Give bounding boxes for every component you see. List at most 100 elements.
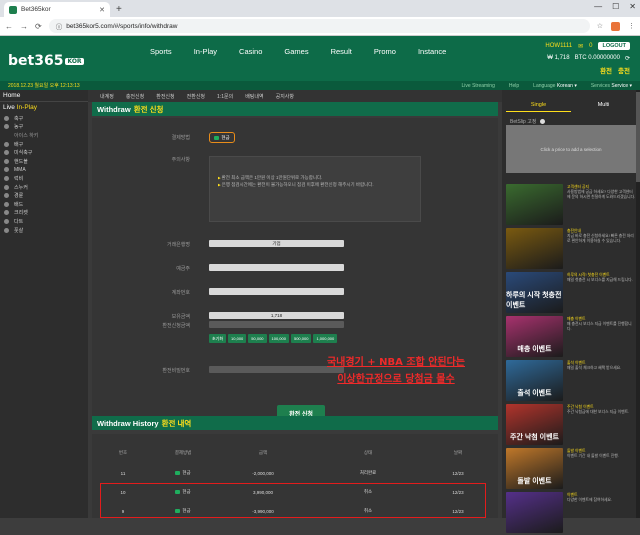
sidebar-item-label: 경륜 — [14, 193, 24, 200]
amount-button[interactable]: 50,000 — [248, 334, 267, 343]
url-field[interactable]: ⓘ bet365kor5.com/#/sports/info/withdraw — [48, 19, 590, 33]
account-tab[interactable]: 공지사항 — [276, 93, 294, 100]
tab-single[interactable]: Single — [506, 102, 571, 112]
sidebar-item[interactable]: MMA — [0, 166, 88, 175]
nav-item-instance[interactable]: Instance — [418, 47, 446, 56]
amount-input[interactable] — [209, 321, 344, 328]
sidebar-item[interactable]: 럭비 — [0, 174, 88, 183]
extension-icon[interactable] — [611, 21, 620, 31]
promo-banner[interactable]: 출석 이벤트 출석 이벤트 매일 출석 체크하고 혜택 받으세요. — [506, 360, 636, 403]
sidebar-home[interactable]: Home — [0, 90, 88, 102]
promo-text: 이벤트 다양한 이벤트에 참여하세요. — [567, 492, 636, 535]
scrollbar[interactable] — [636, 90, 640, 518]
help-link[interactable]: Help — [509, 83, 519, 89]
sidebar-item[interactable]: 농구 — [0, 123, 88, 132]
notice-label: 주의사항 — [171, 157, 190, 163]
account-tab[interactable]: 충전신청 — [126, 93, 144, 100]
sidebar-item[interactable]: 다트 — [0, 217, 88, 226]
sidebar-item[interactable]: 스누커 — [0, 183, 88, 192]
balance-label: 보유금액 — [171, 314, 190, 320]
betslip-empty: Click a price to add a selection — [506, 125, 636, 173]
promo-banner[interactable]: 하루의 시작 첫충전 이벤트 하루의 시작! 첫충전 이벤트 매일 첫충전 시 보너… — [506, 272, 636, 315]
promo-banner[interactable]: 돌발 이벤트 돌발 이벤트 이벤트 기간 내 돌발 이벤트 진행. — [506, 448, 636, 491]
close-tab-icon[interactable]: ✕ — [99, 6, 105, 14]
logo[interactable]: bet365 KOR — [8, 53, 84, 69]
deposit-link[interactable]: 충전 — [618, 65, 630, 75]
withdraw-link[interactable]: 환전 — [600, 65, 612, 75]
account-tab[interactable]: 1:1문의 — [217, 93, 233, 100]
promo-banner[interactable]: 고객센터 공지 사용방법에 궁금 하세요? 다양한 고객센터에 문의 하시면 친절… — [506, 184, 636, 227]
highlight-box — [100, 483, 486, 518]
nav-item-result[interactable]: Result — [331, 47, 352, 56]
sidebar-item[interactable]: 축구 — [0, 114, 88, 123]
sidebar-item-label: 배드 — [14, 201, 24, 208]
language-select[interactable]: Language Korean ▾ — [533, 83, 577, 89]
promo-banner[interactable]: 주간 낙첨 이벤트 주간 낙첨 이벤트 주간 낙첨금에 대한 보너스 지급 이벤트. — [506, 404, 636, 447]
back-icon[interactable]: ← — [5, 22, 13, 31]
holder-label: 예금주 — [176, 266, 190, 272]
method-cash-option[interactable]: 현금 — [209, 132, 235, 143]
url-text: bet365kor5.com/#/sports/info/withdraw — [66, 22, 178, 30]
logout-button[interactable]: LOGOUT — [598, 42, 630, 50]
close-window-icon[interactable]: ✕ — [629, 2, 636, 11]
amount-button[interactable]: 100,000 — [268, 334, 289, 343]
reload-icon[interactable]: ⟳ — [35, 22, 42, 31]
wallet-icon — [175, 471, 181, 475]
account-tab[interactable]: 환전신청 — [156, 93, 174, 100]
favicon-icon — [9, 5, 17, 14]
sidebar-item[interactable]: 배구 — [0, 140, 88, 149]
sport-icon — [4, 124, 9, 130]
sidebar-item[interactable]: 아이스 하키 — [0, 131, 88, 140]
sidebar-item[interactable]: 핸드볼 — [0, 157, 88, 166]
betslip-fix[interactable]: BetSlip 고정 — [510, 118, 546, 125]
forward-icon[interactable]: → — [20, 22, 28, 31]
krw-balance: ₩ 1,718 — [547, 55, 570, 61]
sidebar-item[interactable]: 크리켓 — [0, 209, 88, 218]
nav-item-casino[interactable]: Casino — [239, 47, 262, 56]
browser-tab[interactable]: Bet365kor ✕ — [4, 2, 110, 17]
promo-banner[interactable]: 매충 이벤트 매충 이벤트 매 충전시 보너스 지급 이벤트를 진행합니다. — [506, 316, 636, 359]
datetime: 2018.12.23 월요일 오후 12:13:13 — [8, 83, 80, 89]
address-bar-row: ← → ⟳ ⓘ bet365kor5.com/#/sports/info/wit… — [0, 17, 640, 36]
live-streaming-link[interactable]: Live Streaming — [462, 83, 495, 89]
amount-button[interactable]: 10,000 — [228, 334, 247, 343]
amount-button[interactable]: 1,000,000 — [313, 334, 338, 343]
sidebar-item-label: 다트 — [14, 218, 24, 225]
new-tab-icon[interactable]: + — [116, 4, 122, 17]
mail-icon[interactable]: ✉ — [578, 43, 583, 50]
bank-label: 거래은행명 — [166, 242, 190, 248]
sidebar-item[interactable]: 경륜 — [0, 191, 88, 200]
sidebar-item[interactable]: 미식축구 — [0, 148, 88, 157]
history-header: Withdraw History 환전 내역 — [92, 416, 498, 430]
sport-icon — [4, 141, 9, 147]
nav-item-in-play[interactable]: In-Play — [194, 47, 217, 56]
menu-icon[interactable]: ⋮ — [628, 22, 635, 31]
toggle-icon[interactable] — [540, 119, 546, 124]
sidebar-item[interactable]: 풋살 — [0, 226, 88, 235]
star-icon[interactable]: ☆ — [597, 22, 603, 31]
nav-item-promo[interactable]: Promo — [374, 47, 396, 56]
promo-banner[interactable]: 이벤트 다양한 이벤트에 참여하세요. — [506, 492, 636, 535]
services-select[interactable]: Services Service ▾ — [591, 83, 632, 89]
nav-item-games[interactable]: Games — [284, 47, 308, 56]
minimize-icon[interactable]: — — [594, 2, 602, 11]
sidebar-live-inplay[interactable]: Live In-Play — [0, 102, 88, 114]
nav-item-sports[interactable]: Sports — [150, 47, 172, 56]
account-tab[interactable]: 전환신청 — [187, 93, 205, 100]
username[interactable]: HOW1111 — [545, 43, 572, 49]
amount-button[interactable]: 500,000 — [290, 334, 312, 343]
sport-icon — [4, 158, 9, 164]
promo-banner[interactable]: 충전안내 지금 바로 충전 신청하세요! 빠른 충전 처리로 편안하게 이용하실 … — [506, 228, 636, 271]
tab-multi[interactable]: Multi — [571, 102, 636, 112]
maximize-icon[interactable]: ☐ — [612, 2, 619, 11]
notice-box: 환전 최소 금액은 1만원 이상 1만원단위로 가능합니다. 은행 점검시간에는… — [209, 156, 421, 222]
amount-button[interactable]: 초기화 — [209, 334, 227, 343]
annotation-line: 이상한규정으로 당첨금 몰수 — [337, 374, 455, 385]
sport-icon — [4, 115, 9, 121]
refresh-icon[interactable]: ⟳ — [625, 55, 630, 62]
sidebar-item[interactable]: 배드 — [0, 200, 88, 209]
account-tab[interactable]: 내계정 — [100, 93, 114, 100]
account-tab[interactable]: 배팅내역 — [245, 93, 263, 100]
account-label: 계좌번호 — [171, 290, 190, 296]
promo-desc: 다양한 이벤트에 참여하세요. — [567, 498, 613, 502]
